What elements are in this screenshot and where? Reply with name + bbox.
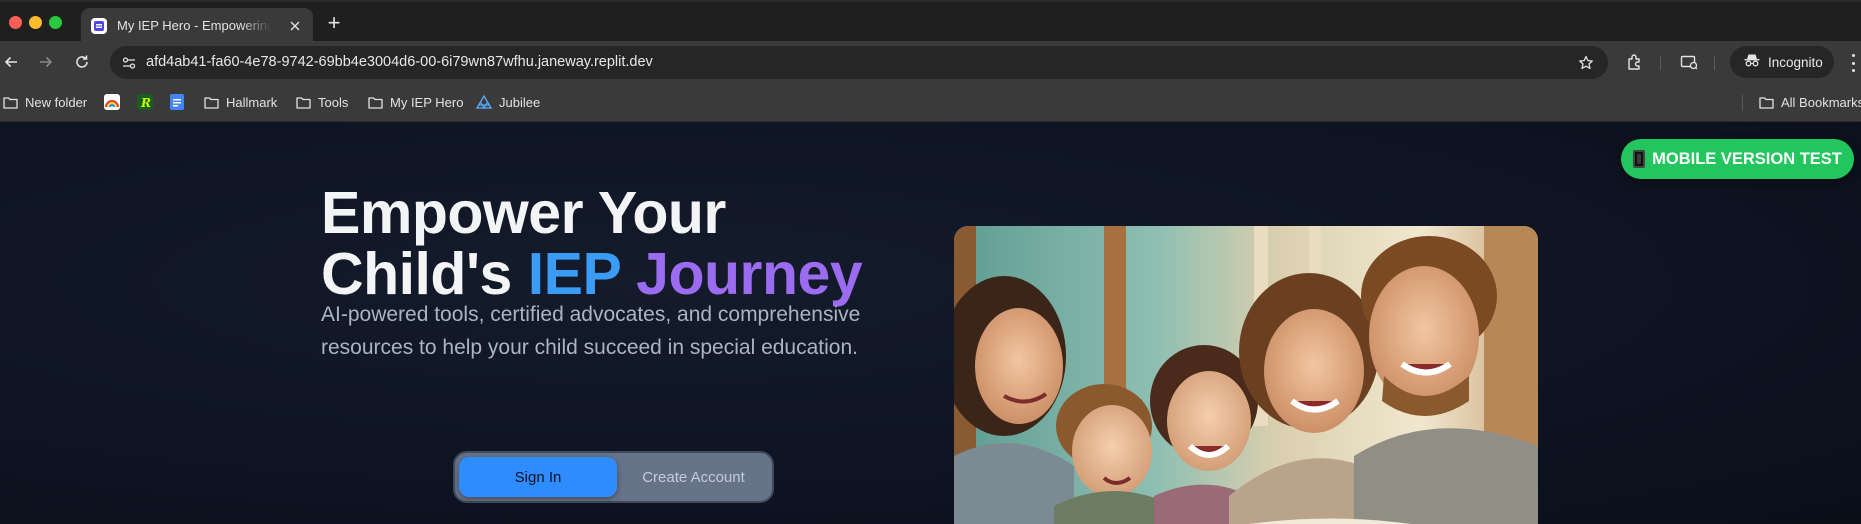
minimize-window-button[interactable] <box>29 16 42 29</box>
toolbar-divider <box>1660 56 1661 70</box>
hero-subtext: AI-powered tools, certified advocates, a… <box>321 303 861 359</box>
close-window-button[interactable] <box>9 16 22 29</box>
bookmark-label: Hallmark <box>226 94 278 110</box>
google-docs-icon <box>169 94 185 110</box>
bookmark-tools[interactable]: Tools <box>295 91 348 113</box>
r-app-icon: R <box>137 94 153 110</box>
forward-arrow-icon[interactable] <box>35 51 57 73</box>
back-arrow-icon[interactable] <box>0 51 22 73</box>
toolbar-divider <box>1714 56 1715 70</box>
folder-icon <box>2 94 18 110</box>
web-page: MOBILE VERSION TEST Empower Your Child's… <box>0 122 1861 524</box>
tab-close-icon[interactable] <box>287 18 303 34</box>
auth-toggle: Sign In Create Account <box>453 451 774 503</box>
mobile-version-test-button[interactable]: MOBILE VERSION TEST <box>1621 139 1854 179</box>
browser-tab-active[interactable]: My IEP Hero - Empowering Parents <box>81 8 313 43</box>
bookmark-rainbow-app[interactable] <box>104 91 127 113</box>
reload-icon[interactable] <box>71 51 93 73</box>
new-tab-button[interactable]: + <box>322 12 346 36</box>
bookmark-hallmark[interactable]: Hallmark <box>203 91 277 113</box>
browser-menu-icon[interactable] <box>1848 53 1858 73</box>
incognito-profile-button[interactable]: Incognito <box>1730 46 1834 78</box>
bookmark-label: Jubilee <box>499 94 541 110</box>
bookmark-r-app[interactable]: R <box>137 91 160 113</box>
mobile-phone-icon <box>1633 150 1646 168</box>
folder-icon <box>203 94 219 110</box>
family-photo <box>954 226 1538 524</box>
cast-media-icon[interactable] <box>1679 52 1699 72</box>
site-info-icon[interactable] <box>120 54 138 72</box>
rainbow-app-icon <box>104 94 120 110</box>
create-account-button[interactable]: Create Account <box>617 457 770 497</box>
bookmark-google-docs[interactable] <box>169 91 192 113</box>
incognito-label: Incognito <box>1768 54 1823 70</box>
hero-headline: Empower Your Child's IEP Journey <box>321 180 863 305</box>
tab-title: My IEP Hero - Empowering Parents <box>117 18 271 33</box>
headline-line-2: Child's IEP Journey <box>321 244 863 305</box>
bookmark-jubilee[interactable]: Jubilee <box>476 91 540 113</box>
jubilee-icon <box>476 94 492 110</box>
folder-icon <box>295 94 311 110</box>
svg-text:R: R <box>140 96 151 110</box>
bookmark-label: All Bookmarks <box>1781 94 1861 110</box>
bookmark-label: New folder <box>25 94 88 110</box>
url-text[interactable]: afd4ab41-fa60-4e78-9742-69bb4e3004d6-00-… <box>146 54 653 70</box>
browser-toolbar: afd4ab41-fa60-4e78-9742-69bb4e3004d6-00-… <box>0 41 1861 83</box>
bookmark-new-folder[interactable]: New folder <box>2 91 87 113</box>
bookmarks-bar: New folder R Hallmark Tools My IEP Hero <box>0 83 1861 122</box>
folder-icon <box>367 94 383 110</box>
address-bar[interactable]: afd4ab41-fa60-4e78-9742-69bb4e3004d6-00-… <box>110 46 1608 79</box>
maximize-window-button[interactable] <box>49 16 62 29</box>
iep-hero-logo-icon <box>91 17 107 34</box>
bookmark-all-bookmarks[interactable]: All Bookmarks <box>1758 91 1861 113</box>
mobile-version-test-label: MOBILE VERSION TEST <box>1652 149 1842 168</box>
bookmark-label: Tools <box>318 94 349 110</box>
headline-line-1: Empower Your <box>321 180 726 246</box>
browser-tab-strip: My IEP Hero - Empowering Parents + <box>0 0 1861 43</box>
bookmark-star-icon[interactable] <box>1576 53 1596 73</box>
bookmark-my-iep-hero[interactable]: My IEP Hero <box>367 91 463 113</box>
sign-in-button[interactable]: Sign In <box>459 457 617 497</box>
incognito-icon <box>1744 53 1760 72</box>
bookmark-label: My IEP Hero <box>390 94 464 110</box>
bookmarks-divider <box>1742 95 1743 111</box>
folder-icon <box>1758 94 1774 110</box>
extensions-icon[interactable] <box>1625 52 1645 72</box>
